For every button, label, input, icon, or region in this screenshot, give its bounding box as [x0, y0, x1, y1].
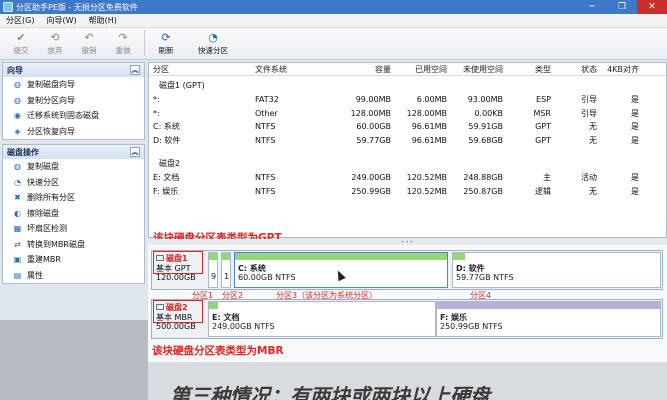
redo-icon: ↷	[118, 31, 128, 44]
title-bar: 分区助手PE版 - 无损分区免费软件 ─ ❐ ✕	[0, 0, 667, 14]
table-row[interactable]: *: FAT32 99.00MB 6.00MB 93.00MB ESP 引导是	[149, 93, 666, 107]
partition-copy-icon: ◍	[14, 95, 21, 105]
sidebar-background	[0, 320, 148, 400]
col-header-fs[interactable]: 文件系统	[249, 64, 329, 75]
toolbar: ✔ 提交 ⟲ 放弃 ↶ 撤销 ↷ 重做 ⟳ 刷新 ◔ 快速分区	[0, 28, 667, 60]
recovery-icon: ◈	[14, 126, 21, 136]
quick-partition-button[interactable]: ◔ 快速分区	[183, 28, 243, 58]
quick-partition-icon: ◔	[14, 177, 21, 187]
discard-icon: ⟲	[50, 31, 60, 44]
col-header-type[interactable]: 类型	[503, 64, 551, 75]
partition-msr[interactable]	[221, 252, 231, 288]
wizard-panel-header: 向导 ︽	[3, 63, 144, 77]
redo-button[interactable]: ↷ 重做	[106, 28, 140, 58]
undo-icon: ↶	[84, 31, 94, 44]
disk2-highlight	[153, 300, 203, 323]
undo-button[interactable]: ↶ 撤销	[72, 28, 106, 58]
col-header-capacity[interactable]: 容量	[329, 64, 391, 75]
mbr-annotation: 该块硬盘分区表类型为MBR	[152, 345, 284, 357]
migrate-icon: ◉	[14, 111, 21, 121]
main-area: 分区 文件系统 容量 已用空间 未使用空间 类型 状态 4KB对齐 磁盘1 (G…	[148, 62, 667, 400]
sidebar-item-partition-recovery[interactable]: ◈ 分区恢复向导	[3, 124, 144, 140]
partition-e[interactable]: E: 文档 249.00GB NTFS	[208, 301, 436, 337]
partition-msr-label: 1	[224, 272, 230, 281]
sidebar-item-convert-mbr[interactable]: ⇄ 转换到MBR磁盘	[3, 237, 144, 253]
refresh-icon: ⟳	[161, 31, 171, 44]
sidebar-item-wipe-disk[interactable]: ◐ 擦除磁盘	[3, 206, 144, 222]
col-header-free[interactable]: 未使用空间	[447, 64, 503, 75]
rebuild-icon: ▣	[13, 255, 22, 265]
table-row[interactable]: F: 娱乐 NTFS 250.99GB 120.52MB 250.87GB 逻辑无是	[149, 185, 666, 199]
partition-esp-label: 9	[211, 272, 217, 281]
discard-button[interactable]: ⟲ 放弃	[38, 28, 72, 58]
properties-icon: ▤	[13, 270, 22, 280]
sidebar-item-migrate-os[interactable]: ◉ 迁移系统到固态磁盘	[3, 108, 144, 124]
convert-icon: ⇄	[14, 239, 21, 249]
sidebar: 向导 ︽ ◍ 复制磁盘向导 ◍ 复制分区向导 ◉ 迁移系统到固态磁盘 ◈ 分区恢复向导 …	[2, 62, 145, 317]
disk-copy-icon: ◍	[14, 80, 21, 90]
disk-group-label[interactable]: 磁盘1 (GPT)	[149, 76, 666, 93]
sidebar-item-delete-all[interactable]: ✖ 删除所有分区	[3, 190, 144, 206]
col-header-align[interactable]: 4KB对齐	[597, 64, 639, 75]
minimize-button[interactable]: ─	[577, 0, 607, 14]
window-title: 分区助手PE版 - 无损分区免费软件	[16, 2, 138, 12]
bottom-caption: 第三种情况：有两块或两块以上硬盘	[170, 384, 490, 400]
disk-ops-panel: 磁盘操作 ︽ ◍ 复制磁盘 ◔ 快速分区 ✖ 删除所有分区 ◐ 擦除磁盘 ▦ 坏扇区检测 …	[2, 144, 145, 284]
partition-esp[interactable]	[208, 252, 218, 288]
col-header-status[interactable]: 状态	[551, 64, 597, 75]
delete-icon: ✖	[14, 193, 21, 203]
partition-d[interactable]: D: 软件 59.77GB NTFS	[452, 252, 661, 288]
menu-bar: 分区(G) 向导(W) 帮助(H)	[0, 14, 667, 28]
collapse-icon[interactable]: ︽	[130, 147, 140, 157]
menu-partition[interactable]: 分区(G)	[0, 15, 40, 26]
col-header-name[interactable]: 分区	[149, 64, 249, 75]
menu-wizard[interactable]: 向导(W)	[40, 15, 82, 26]
menu-help[interactable]: 帮助(H)	[83, 15, 123, 26]
sidebar-item-copy-disk-wizard[interactable]: ◍ 复制磁盘向导	[3, 77, 144, 93]
refresh-button[interactable]: ⟳ 刷新	[149, 28, 183, 58]
commit-button[interactable]: ✔ 提交	[4, 28, 38, 58]
bottom-caption-strip: 第三种情况：有两块或两块以上硬盘	[148, 362, 667, 400]
col-header-used[interactable]: 已用空间	[391, 64, 447, 75]
toolbar-separator	[144, 30, 145, 56]
sidebar-item-copy-partition-wizard[interactable]: ◍ 复制分区向导	[3, 93, 144, 109]
app-icon	[3, 2, 13, 12]
table-row[interactable]: E: 文档 NTFS 249.00GB 120.52MB 248.88GB 主活动是	[149, 171, 666, 185]
wizard-panel: 向导 ︽ ◍ 复制磁盘向导 ◍ 复制分区向导 ◉ 迁移系统到固态磁盘 ◈ 分区恢复向导	[2, 62, 145, 140]
sidebar-item-copy-disk[interactable]: ◍ 复制磁盘	[3, 159, 144, 175]
restore-button[interactable]: ❐	[607, 0, 637, 14]
disk-ops-panel-header: 磁盘操作 ︽	[3, 145, 144, 159]
table-header: 分区 文件系统 容量 已用空间 未使用空间 类型 状态 4KB对齐	[149, 63, 666, 76]
sidebar-item-quick-partition[interactable]: ◔ 快速分区	[3, 175, 144, 191]
sidebar-item-bad-sector[interactable]: ▦ 坏扇区检测	[3, 221, 144, 237]
close-button[interactable]: ✕	[637, 0, 667, 14]
table-row[interactable]: C: 系统 NTFS 60.00GB 96.61MB 59.91GB GPT 无是	[149, 120, 666, 134]
wipe-icon: ◐	[14, 208, 21, 218]
quick-partition-icon: ◔	[208, 31, 218, 44]
disk-group-label[interactable]: 磁盘2	[149, 154, 666, 171]
copy-disk-icon: ◍	[14, 162, 21, 172]
partition-f[interactable]: F: 娱乐 250.99GB NTFS	[436, 301, 661, 337]
collapse-icon[interactable]: ︽	[130, 65, 140, 75]
scan-icon: ▦	[13, 224, 22, 234]
partition-table: 分区 文件系统 容量 已用空间 未使用空间 类型 状态 4KB对齐 磁盘1 (G…	[148, 62, 667, 244]
sidebar-item-rebuild-mbr[interactable]: ▣ 重建MBR	[3, 252, 144, 268]
table-row[interactable]: *: Other 128.00MB 128.00MB 0.00KB MSR 引导是	[149, 107, 666, 121]
table-row[interactable]: D: 软件 NTFS 59.77GB 96.61MB 59.68GB GPT 无是	[149, 134, 666, 148]
disk1-highlight	[153, 251, 203, 274]
commit-icon: ✔	[16, 31, 26, 44]
sidebar-item-properties[interactable]: ▤ 属性	[3, 268, 144, 284]
